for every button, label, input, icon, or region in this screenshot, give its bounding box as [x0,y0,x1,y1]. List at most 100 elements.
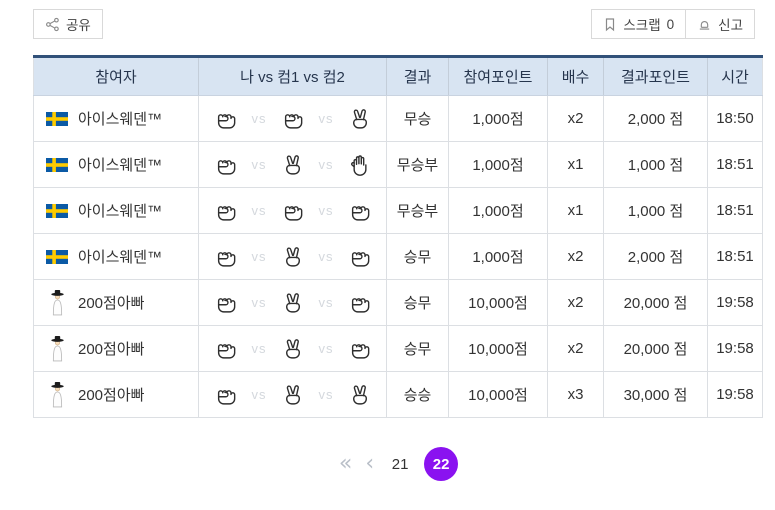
scissors-hand-icon [280,382,306,408]
report-button-label: 신고 [718,14,743,34]
game-results-table: 참여자나 vs 컴1 vs 컴2결과참여포인트배수결과포인트시간 아이스웨덴™ … [33,55,763,418]
toolbar-right: 스크랩 0 신고 [591,9,755,39]
player-name: 200점아빠 [78,338,144,359]
vs-label: vs [319,249,334,264]
rock-hand-icon [347,290,373,316]
table-row: 아이스웨덴™ vs vs 무승부 1,000점 x1 1,000 점 18:51 [34,188,763,234]
payout-points-cell: 20,000 점 [604,326,708,372]
player-cell: 200점아빠 [34,372,199,418]
sweden-flag-icon [45,250,69,264]
scissors-hand-icon [280,336,306,362]
result-cell: 무승부 [387,142,449,188]
bet-points-cell: 1,000점 [449,234,548,280]
payout-points-cell: 2,000 점 [604,96,708,142]
time-cell: 19:58 [708,326,763,372]
hands-cell: vs vs [199,142,387,188]
payout-points-cell: 1,000 점 [604,188,708,234]
vs-label: vs [252,387,267,402]
column-header: 나 vs 컴1 vs 컴2 [199,57,387,96]
scrap-button[interactable]: 스크랩 0 [591,9,686,39]
rock-hand-icon [280,198,306,224]
vs-label: vs [319,157,334,172]
bet-points-cell: 10,000점 [449,372,548,418]
time-cell: 18:50 [708,96,763,142]
multiplier-cell: x2 [548,96,604,142]
time-cell: 18:51 [708,234,763,280]
share-button-label: 공유 [66,14,91,34]
vs-label: vs [252,203,267,218]
player-name: 200점아빠 [78,384,144,405]
vs-label: vs [319,111,334,126]
report-button[interactable]: 신고 [685,9,755,39]
sweden-flag-icon [45,112,69,126]
hands-cell: vs vs [199,188,387,234]
sweden-flag-icon [45,158,69,172]
pagination: « ‹ 21 22 [33,446,762,482]
player-name: 아이스웨덴™ [78,108,162,129]
first-page-button[interactable]: « [337,453,354,475]
scrap-count: 0 [667,17,675,32]
rock-hand-icon [213,106,239,132]
vs-label: vs [252,295,267,310]
share-button[interactable]: 공유 [33,9,103,39]
scissors-hand-icon [280,290,306,316]
table-header-row: 참여자나 vs 컴1 vs 컴2결과참여포인트배수결과포인트시간 [34,57,763,96]
rock-hand-icon [347,198,373,224]
result-cell: 승무 [387,326,449,372]
column-header: 배수 [548,57,604,96]
player-name: 아이스웨덴™ [78,200,162,221]
scissors-hand-icon [280,244,306,270]
time-cell: 18:51 [708,188,763,234]
vs-label: vs [252,341,267,356]
scholar-icon [45,289,69,316]
time-cell: 19:58 [708,372,763,418]
bookmark-icon [603,17,617,32]
scissors-hand-icon [280,152,306,178]
hands-cell: vs vs [199,96,387,142]
result-cell: 승무 [387,234,449,280]
bet-points-cell: 10,000점 [449,280,548,326]
result-cell: 무승 [387,96,449,142]
page-button-21[interactable]: 21 [385,447,415,481]
rock-hand-icon [347,244,373,270]
table-row: 200점아빠 vs vs 승무 10,000점 x2 20,000 점 19:5… [34,280,763,326]
payout-points-cell: 2,000 점 [604,234,708,280]
table-row: 아이스웨덴™ vs vs 무승부 1,000점 x1 1,000 점 18:51 [34,142,763,188]
vs-label: vs [319,341,334,356]
player-name: 200점아빠 [78,292,144,313]
page-button-22-active[interactable]: 22 [424,447,458,481]
time-cell: 19:58 [708,280,763,326]
hands-cell: vs vs [199,326,387,372]
multiplier-cell: x3 [548,372,604,418]
vs-label: vs [252,111,267,126]
result-cell: 승무 [387,280,449,326]
vs-label: vs [319,295,334,310]
rock-hand-icon [213,336,239,362]
rock-hand-icon [280,106,306,132]
column-header: 참여자 [34,57,199,96]
time-cell: 18:51 [708,142,763,188]
payout-points-cell: 20,000 점 [604,280,708,326]
multiplier-cell: x1 [548,142,604,188]
player-name: 아이스웨덴™ [78,246,162,267]
bet-points-cell: 1,000점 [449,96,548,142]
vs-label: vs [252,249,267,264]
paper-hand-icon [347,152,373,178]
rock-hand-icon [347,336,373,362]
table-row: 아이스웨덴™ vs vs 무승 1,000점 x2 2,000 점 18:50 [34,96,763,142]
player-cell: 아이스웨덴™ [34,96,199,142]
multiplier-cell: x2 [548,234,604,280]
bet-points-cell: 1,000점 [449,188,548,234]
prev-page-button[interactable]: ‹ [363,453,376,475]
siren-icon [697,17,712,32]
column-header: 참여포인트 [449,57,548,96]
table-row: 200점아빠 vs vs 승무 10,000점 x2 20,000 점 19:5… [34,326,763,372]
scholar-icon [45,381,69,408]
player-name: 아이스웨덴™ [78,154,162,175]
vs-label: vs [319,387,334,402]
player-cell: 아이스웨덴™ [34,234,199,280]
table-row: 아이스웨덴™ vs vs 승무 1,000점 x2 2,000 점 18:51 [34,234,763,280]
rock-hand-icon [213,198,239,224]
vs-label: vs [319,203,334,218]
rock-hand-icon [213,290,239,316]
